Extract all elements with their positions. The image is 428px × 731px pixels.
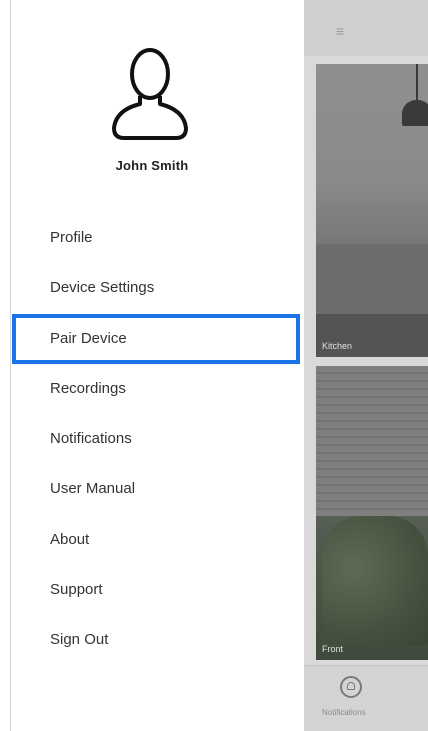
app-screen: ≡ Kitchen Front Notifications John Smith [0,0,428,731]
camera-tile-front[interactable]: Front [316,366,428,660]
menu-item-support[interactable]: Support [0,565,304,615]
lamp-cord [416,64,418,104]
kitchen-counter [316,244,428,314]
menu-item-recordings[interactable]: Recordings [0,364,304,414]
menu-item-user-manual[interactable]: User Manual [0,464,304,514]
bell-icon [340,676,362,698]
user-name: John Smith [115,158,189,173]
menu-item-sign-out[interactable]: Sign Out [0,615,304,665]
navigation-drawer: John Smith Profile Device Settings Pair … [0,0,304,731]
menu-item-profile[interactable]: Profile [0,213,304,263]
menu-item-pair-device[interactable]: Pair Device [12,313,300,364]
menu-item-device-settings[interactable]: Device Settings [0,263,304,313]
bottom-tab-label: Notifications [322,708,366,717]
camera-label: Kitchen [322,341,353,351]
hamburger-icon[interactable]: ≡ [336,24,344,38]
camera-label: Front [322,644,344,654]
background-app: ≡ Kitchen Front Notifications [304,0,428,731]
house-wall [316,366,428,516]
menu-item-notifications[interactable]: Notifications [0,414,304,464]
hedge [322,516,428,646]
app-top-bar: ≡ [304,0,428,56]
bottom-tab-notifications[interactable]: Notifications [304,665,428,731]
user-avatar-icon [112,48,188,140]
drawer-menu: Profile Device Settings Pair Device Reco… [0,213,304,666]
menu-item-about[interactable]: About [0,515,304,565]
lamp [402,100,428,126]
camera-tile-kitchen[interactable]: Kitchen [316,64,428,357]
